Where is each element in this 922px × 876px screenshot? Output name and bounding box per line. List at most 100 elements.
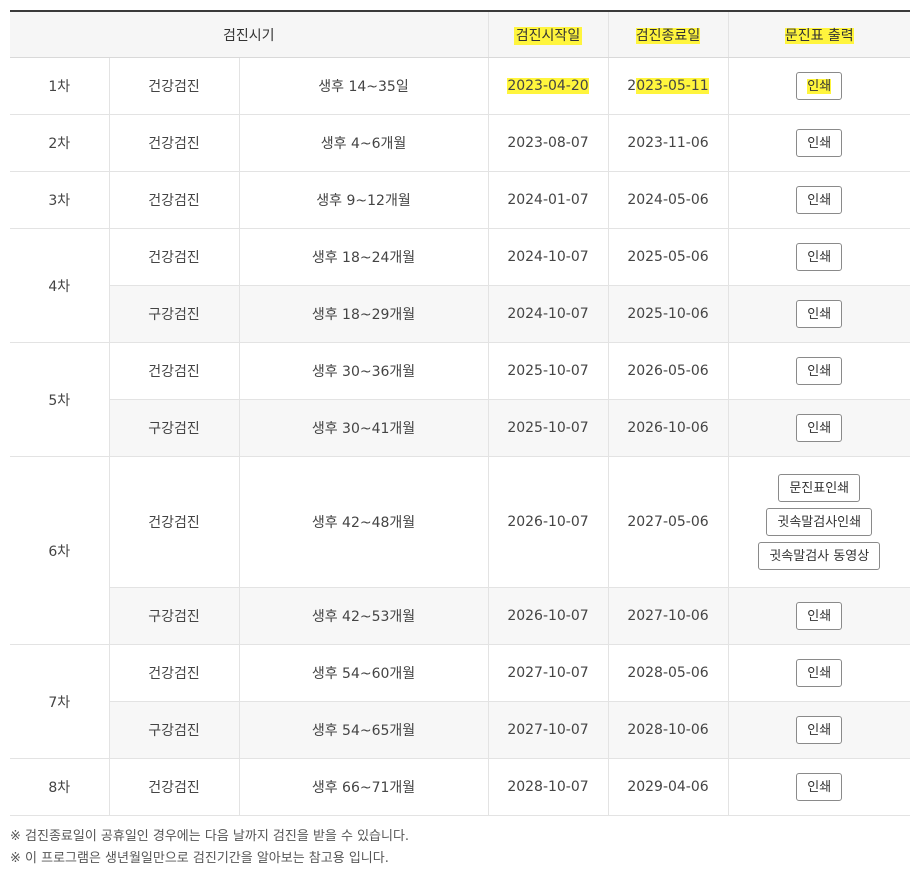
round-cell: 8차 [10, 758, 109, 816]
header-start-date: 검진시작일 [487, 10, 608, 58]
end-date: 2023-11-06 [607, 114, 728, 172]
round-cell: 2차 [10, 114, 109, 172]
age-range: 생후 54~65개월 [238, 701, 488, 759]
print-cell: 인쇄 [727, 342, 910, 400]
table-header-row: 검진시기 검진시작일 검진종료일 문진표 출력 [10, 10, 910, 58]
start-date: 2026-10-07 [487, 587, 608, 645]
start-date: 2028-10-07 [487, 758, 608, 816]
print-button[interactable]: 인쇄 [796, 186, 843, 214]
table-row: 구강검진 생후 30~41개월 2025-10-07 2026-10-06 인쇄 [10, 399, 910, 457]
start-date: 2024-01-07 [487, 171, 608, 229]
end-date: 2024-05-06 [607, 171, 728, 229]
print-cell: 인쇄 [727, 228, 910, 286]
header-print-label: 문진표 출력 [784, 27, 854, 44]
checkup-type: 구강검진 [108, 701, 239, 759]
checkup-type: 건강검진 [108, 171, 239, 229]
print-button[interactable]: 인쇄 [796, 129, 843, 157]
checkup-schedule-page: 검진시기 검진시작일 검진종료일 문진표 출력 1차 건강검진 생후 14~35… [0, 0, 922, 876]
age-range: 생후 14~35일 [238, 57, 488, 115]
print-button[interactable]: 인쇄 [796, 243, 843, 271]
print-cell: 인쇄 [727, 57, 910, 115]
round-cell: 1차 [10, 57, 109, 115]
age-range: 생후 66~71개월 [238, 758, 488, 816]
print-button-group: 문진표인쇄 귓속말검사인쇄 귓속말검사 동영상 [729, 474, 911, 570]
checkup-type: 구강검진 [108, 587, 239, 645]
print-button[interactable]: 인쇄 [796, 773, 843, 801]
table-row: 구강검진 생후 54~65개월 2027-10-07 2028-10-06 인쇄 [10, 701, 910, 759]
checkup-type: 구강검진 [108, 399, 239, 457]
footnotes: ※ 검진종료일이 공휴일인 경우에는 다음 날까지 검진을 받을 수 있습니다.… [10, 826, 409, 870]
print-button[interactable]: 인쇄 [796, 414, 843, 442]
start-date: 2025-10-07 [487, 399, 608, 457]
end-date: 2027-10-06 [607, 587, 728, 645]
start-date: 2024-10-07 [487, 285, 608, 343]
print-button[interactable]: 인쇄 [796, 357, 843, 385]
end-date: 2026-05-06 [607, 342, 728, 400]
start-date: 2024-10-07 [487, 228, 608, 286]
age-range: 생후 42~48개월 [238, 456, 488, 588]
print-button[interactable]: 인쇄 [796, 659, 843, 687]
table-row: 1차 건강검진 생후 14~35일 2023-04-20 2023-05-11 … [10, 57, 910, 115]
checkup-type: 건강검진 [108, 456, 239, 588]
print-button[interactable]: 인쇄 [796, 72, 843, 100]
end-date: 2028-05-06 [607, 644, 728, 702]
age-range: 생후 18~29개월 [238, 285, 488, 343]
start-date: 2027-10-07 [487, 644, 608, 702]
start-date: 2023-08-07 [487, 114, 608, 172]
table-row: 5차 건강검진 생후 30~36개월 2025-10-07 2026-05-06… [10, 342, 910, 457]
start-date: 2027-10-07 [487, 701, 608, 759]
print-cell: 인쇄 [727, 114, 910, 172]
table-row: 8차 건강검진 생후 66~71개월 2028-10-07 2029-04-06… [10, 758, 910, 816]
table-row: 4차 건강검진 생후 18~24개월 2024-10-07 2025-05-06… [10, 228, 910, 343]
print-cell: 문진표인쇄 귓속말검사인쇄 귓속말검사 동영상 [727, 456, 911, 588]
end-date-highlighted: 023-05-11 [636, 78, 709, 94]
age-range: 생후 4~6개월 [238, 114, 488, 172]
table-row: 7차 건강검진 생후 54~60개월 2027-10-07 2028-05-06… [10, 644, 910, 759]
whisper-test-print-button[interactable]: 귓속말검사인쇄 [766, 508, 873, 536]
checkup-type: 건강검진 [108, 644, 239, 702]
print-button[interactable]: 인쇄 [796, 300, 843, 328]
header-start-date-label: 검진시작일 [513, 26, 583, 45]
print-button[interactable]: 인쇄 [796, 602, 843, 630]
start-date: 2025-10-07 [487, 342, 608, 400]
round-cell: 6차 [10, 456, 109, 645]
table-row: 2차 건강검진 생후 4~6개월 2023-08-07 2023-11-06 인… [10, 114, 910, 172]
round-cell: 5차 [10, 342, 109, 457]
checkup-type: 건강검진 [108, 57, 239, 115]
print-cell: 인쇄 [727, 758, 910, 816]
header-period: 검진시기 [10, 10, 488, 58]
start-date: 2023-04-20 [487, 57, 608, 115]
checkup-type: 건강검진 [108, 342, 239, 400]
checkup-type: 구강검진 [108, 285, 239, 343]
end-date: 2025-10-06 [607, 285, 728, 343]
print-cell: 인쇄 [727, 399, 910, 457]
questionnaire-print-button[interactable]: 문진표인쇄 [778, 474, 861, 502]
footnote-reference: ※ 이 프로그램은 생년월일만으로 검진기간을 알아보는 참고용 입니다. [10, 851, 389, 866]
header-end-date: 검진종료일 [607, 10, 728, 58]
header-end-date-label: 검진종료일 [635, 27, 701, 44]
checkup-type: 건강검진 [108, 114, 239, 172]
age-range: 생후 54~60개월 [238, 644, 488, 702]
end-date-prefix: 2 [627, 78, 637, 94]
print-button[interactable]: 인쇄 [796, 716, 843, 744]
print-cell: 인쇄 [727, 701, 910, 759]
table-row: 구강검진 생후 18~29개월 2024-10-07 2025-10-06 인쇄 [10, 285, 910, 343]
age-range: 생후 30~41개월 [238, 399, 488, 457]
end-date: 2027-05-06 [607, 456, 728, 588]
print-cell: 인쇄 [727, 587, 910, 645]
end-date: 2025-05-06 [607, 228, 728, 286]
start-date: 2026-10-07 [487, 456, 608, 588]
checkup-type: 건강검진 [108, 228, 239, 286]
whisper-test-video-button[interactable]: 귓속말검사 동영상 [758, 542, 881, 570]
end-date: 2026-10-06 [607, 399, 728, 457]
start-date-value: 2023-04-20 [507, 78, 589, 94]
print-cell: 인쇄 [727, 171, 910, 229]
age-range: 생후 18~24개월 [238, 228, 488, 286]
print-cell: 인쇄 [727, 285, 910, 343]
table-row: 6차 건강검진 생후 42~48개월 2026-10-07 2027-05-06… [10, 456, 911, 645]
end-date: 2029-04-06 [607, 758, 728, 816]
age-range: 생후 9~12개월 [238, 171, 488, 229]
round-cell: 4차 [10, 228, 109, 343]
checkup-type: 건강검진 [108, 758, 239, 816]
end-date: 2028-10-06 [607, 701, 728, 759]
